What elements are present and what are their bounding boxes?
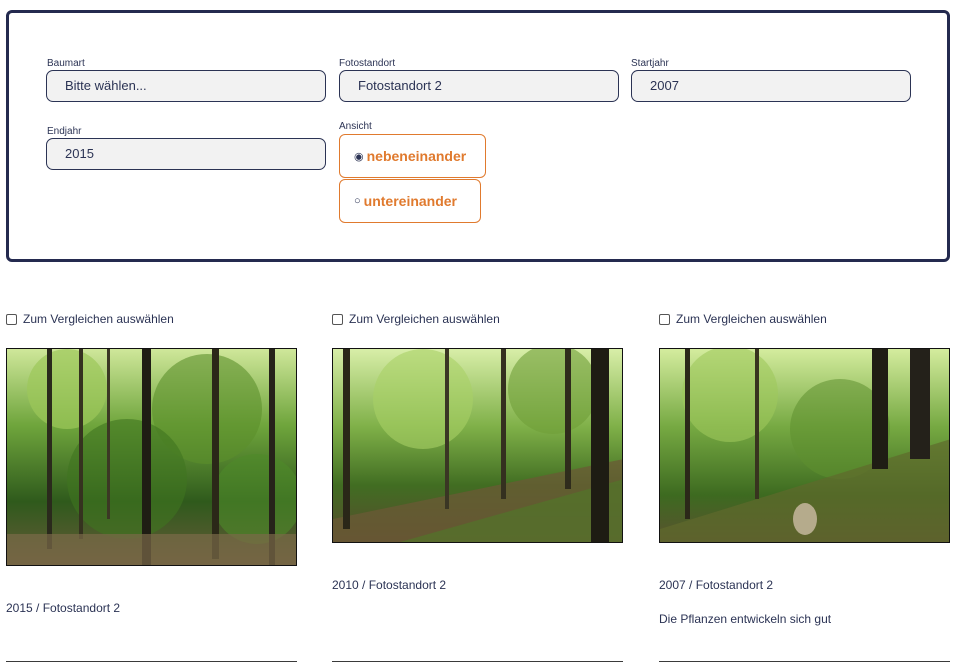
compare-label: Zum Vergleichen auswählen [23, 312, 174, 326]
forest-photo[interactable] [659, 348, 950, 543]
photo-caption: 2007 / Fotostandort 2 [659, 578, 774, 592]
baumart-select[interactable]: Bitte wählen... [46, 70, 326, 102]
fotostandort-select[interactable]: Fotostandort 2 [339, 70, 619, 102]
radio-unselected-icon: ○ [354, 195, 361, 207]
forest-photo-image [7, 349, 296, 565]
compare-label: Zum Vergleichen auswählen [676, 312, 827, 326]
fotostandort-label: Fotostandort [339, 58, 396, 69]
photo-description: Die Pflanzen entwickeln sich gut [659, 612, 832, 626]
card-divider [659, 661, 950, 662]
compare-toggle[interactable]: Zum Vergleichen auswählen [659, 312, 827, 326]
forest-photo[interactable] [6, 348, 297, 566]
forest-photo[interactable] [332, 348, 623, 543]
endjahr-label: Endjahr [47, 126, 82, 137]
photo-caption: 2010 / Fotostandort 2 [332, 578, 447, 592]
baumart-label: Baumart [47, 58, 85, 69]
startjahr-select[interactable]: 2007 [631, 70, 911, 102]
photo-caption: 2015 / Fotostandort 2 [6, 601, 121, 615]
view-stacked-label: untereinander [363, 193, 458, 209]
compare-label: Zum Vergleichen auswählen [349, 312, 500, 326]
filter-panel: Baumart Bitte wählen... Fotostandort Fot… [6, 10, 950, 262]
radio-selected-icon: ◉ [354, 150, 364, 163]
view-side-by-side-option[interactable]: ◉ nebeneinander [339, 134, 486, 178]
view-side-by-side-label: nebeneinander [366, 148, 467, 164]
card-divider [6, 661, 297, 662]
forest-photo-image [660, 349, 949, 542]
compare-checkbox[interactable] [659, 313, 670, 325]
compare-checkbox[interactable] [332, 313, 343, 325]
compare-checkbox[interactable] [6, 313, 17, 325]
view-stacked-option[interactable]: ○ untereinander [339, 179, 481, 223]
endjahr-select[interactable]: 2015 [46, 138, 326, 170]
compare-toggle[interactable]: Zum Vergleichen auswählen [332, 312, 500, 326]
startjahr-label: Startjahr [631, 58, 669, 69]
ansicht-label: Ansicht [339, 121, 372, 132]
card-divider [332, 661, 623, 662]
compare-toggle[interactable]: Zum Vergleichen auswählen [6, 312, 174, 326]
forest-photo-image [333, 349, 622, 542]
